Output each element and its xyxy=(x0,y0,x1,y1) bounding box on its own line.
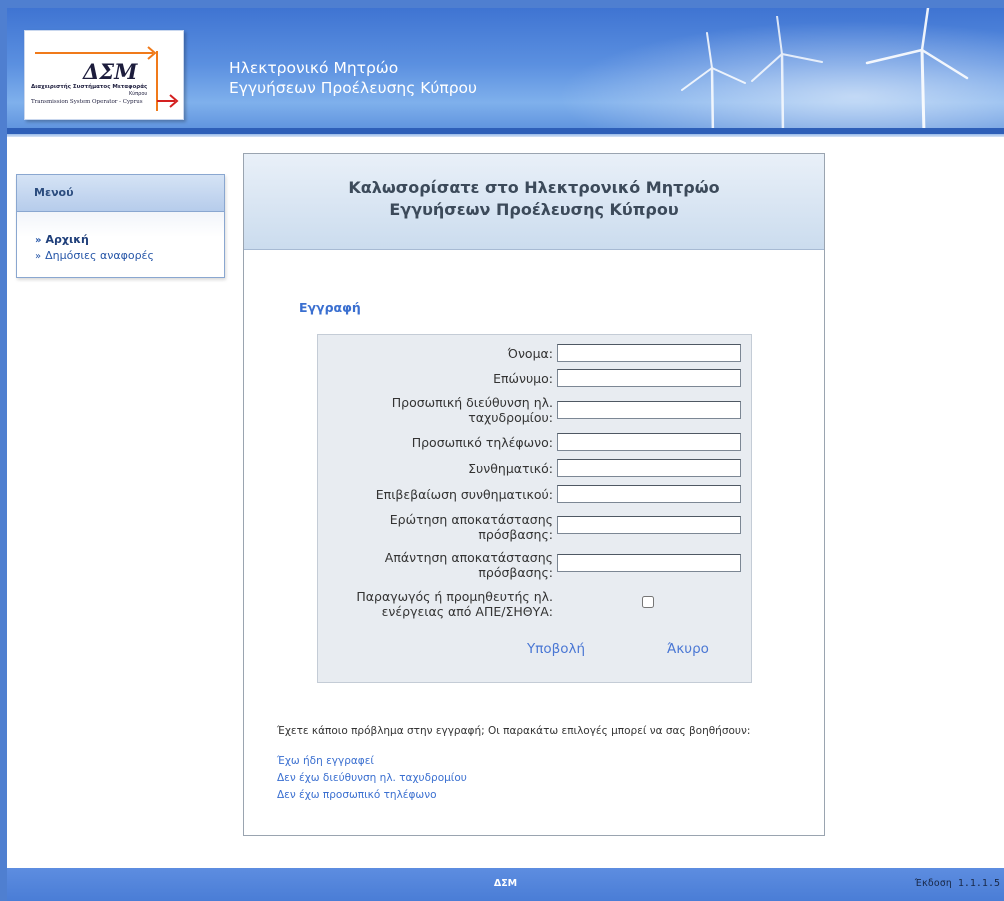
logo-subtitle-english: Transmission System Operator - Cyprus xyxy=(31,99,143,105)
form-row-password-confirm: Επιβεβαίωση συνθηματικού: xyxy=(318,484,751,504)
version-label: Έκδοση 1.1.1.5 xyxy=(915,878,1000,889)
form-row-email: Προσωπική διεύθυνση ηλ. ταχυδρομίου: xyxy=(318,393,751,427)
last-name-input[interactable] xyxy=(557,369,741,387)
recovery-answer-label-line2: πρόσβασης: xyxy=(478,565,553,580)
recovery-answer-label: Απάντηση αποκατάστασης πρόσβασης: xyxy=(323,550,553,580)
sidebar-menu: Μενού » Αρχική » Δημόσιες αναφορές xyxy=(16,174,225,278)
logo-brand-text: ΔΣΜ xyxy=(83,59,138,84)
header-banner: ΔΣΜ Διαχειριστής Συστήματος Μεταφοράς Κύ… xyxy=(7,8,1004,134)
already-registered-link[interactable]: Έχω ήδη εγγραφεί xyxy=(277,755,374,767)
dsm-logo[interactable]: ΔΣΜ Διαχειριστής Συστήματος Μεταφοράς Κύ… xyxy=(24,30,184,120)
welcome-header: Καλωσορίσατε στο Ηλεκτρονικό Μητρώο Εγγυ… xyxy=(244,154,824,250)
menu-body: » Αρχική » Δημόσιες αναφορές xyxy=(17,212,224,275)
site-title-line2: Εγγυήσεων Προέλευσης Κύπρου xyxy=(229,79,477,97)
wind-turbine-icon xyxy=(865,8,969,134)
password-confirm-label: Επιβεβαίωση συνθηματικού: xyxy=(375,487,553,502)
first-name-input[interactable] xyxy=(557,344,741,362)
producer-label-line2: ενέργειας από ΑΠΕ/ΣΗΘΥΑ: xyxy=(381,604,553,619)
header-divider xyxy=(7,134,1004,137)
email-label: Προσωπική διεύθυνση ηλ. ταχυδρομίου: xyxy=(323,395,553,425)
phone-label: Προσωπικό τηλέφωνο: xyxy=(411,435,553,450)
sidebar-item-home[interactable]: » Αρχική xyxy=(17,232,224,248)
wind-turbine-icon xyxy=(751,16,823,134)
recovery-answer-label-line1: Απάντηση αποκατάστασης xyxy=(384,550,553,565)
form-row-recovery-question: Ερώτηση αποκατάστασης πρόσβασης: xyxy=(318,510,751,544)
footer: ΔΣΜ Έκδοση 1.1.1.5 xyxy=(7,868,1004,901)
no-phone-link[interactable]: Δεν έχω προσωπικό τηλέφωνο xyxy=(277,789,437,801)
submit-button[interactable]: Υποβολή xyxy=(527,641,585,657)
logo-subtitle-country: Κύπρου xyxy=(129,91,148,97)
producer-checkbox[interactable] xyxy=(642,596,654,608)
site-title-line1: Ηλεκτρονικό Μητρώο xyxy=(229,59,399,77)
form-row-phone: Προσωπικό τηλέφωνο: xyxy=(318,432,751,452)
email-label-line2: ταχυδρομίου: xyxy=(468,410,553,425)
form-row-producer: Παραγωγός ή προμηθευτής ηλ. ενέργειας απ… xyxy=(318,587,751,621)
email-input[interactable] xyxy=(557,401,741,419)
password-label: Συνθηματικό: xyxy=(468,461,553,476)
email-label-line1: Προσωπική διεύθυνση ηλ. xyxy=(391,395,553,410)
sidebar-item-label: Δημόσιες αναφορές xyxy=(45,249,154,262)
recovery-question-input[interactable] xyxy=(557,516,741,534)
form-row-last-name: Επώνυμο: xyxy=(318,368,751,388)
password-confirm-input[interactable] xyxy=(557,485,741,503)
page-frame: ΔΣΜ Διαχειριστής Συστήματος Μεταφοράς Κύ… xyxy=(7,8,1004,901)
no-email-link[interactable]: Δεν έχω διεύθυνση ηλ. ταχυδρομίου xyxy=(277,772,467,784)
recovery-question-label-line2: πρόσβασης: xyxy=(478,527,553,542)
sidebar-item-public-reports[interactable]: » Δημόσιες αναφορές xyxy=(17,248,224,264)
recovery-question-label: Ερώτηση αποκατάστασης πρόσβασης: xyxy=(323,512,553,542)
footer-org-name: ΔΣΜ xyxy=(493,878,518,889)
last-name-label: Επώνυμο: xyxy=(493,371,553,386)
help-text: Έχετε κάποιο πρόβλημα στην εγγραφή; Οι π… xyxy=(277,725,751,737)
phone-input[interactable] xyxy=(557,433,741,451)
form-row-first-name: Όνομα: xyxy=(318,343,751,363)
form-row-recovery-answer: Απάντηση αποκατάστασης πρόσβασης: xyxy=(318,548,751,582)
welcome-title-line1: Καλωσορίσατε στο Ηλεκτρονικό Μητρώο xyxy=(348,178,720,197)
welcome-title-line2: Εγγυήσεων Προέλευσης Κύπρου xyxy=(389,200,679,219)
menu-heading: Μενού xyxy=(17,175,224,212)
first-name-label: Όνομα: xyxy=(507,346,553,361)
password-input[interactable] xyxy=(557,459,741,477)
registration-title: Εγγραφή xyxy=(299,300,361,315)
chevron-right-icon: » xyxy=(35,251,42,262)
registration-form: Όνομα: Επώνυμο: Προσωπική διεύθυνση ηλ. … xyxy=(317,334,752,683)
form-row-password: Συνθηματικό: xyxy=(318,458,751,478)
producer-label-line1: Παραγωγός ή προμηθευτής ηλ. xyxy=(356,589,553,604)
site-title: Ηλεκτρονικό Μητρώο Εγγυήσεων Προέλευσης … xyxy=(229,58,477,98)
recovery-answer-input[interactable] xyxy=(557,554,741,572)
recovery-question-label-line1: Ερώτηση αποκατάστασης xyxy=(389,512,553,527)
chevron-right-icon: » xyxy=(35,235,42,246)
cancel-button[interactable]: Άκυρο xyxy=(667,641,709,657)
sidebar-item-label: Αρχική xyxy=(45,233,89,246)
main-panel: Καλωσορίσατε στο Ηλεκτρονικό Μητρώο Εγγυ… xyxy=(243,153,825,836)
logo-subtitle-greek: Διαχειριστής Συστήματος Μεταφοράς xyxy=(31,84,148,90)
producer-label: Παραγωγός ή προμηθευτής ηλ. ενέργειας απ… xyxy=(323,589,553,619)
